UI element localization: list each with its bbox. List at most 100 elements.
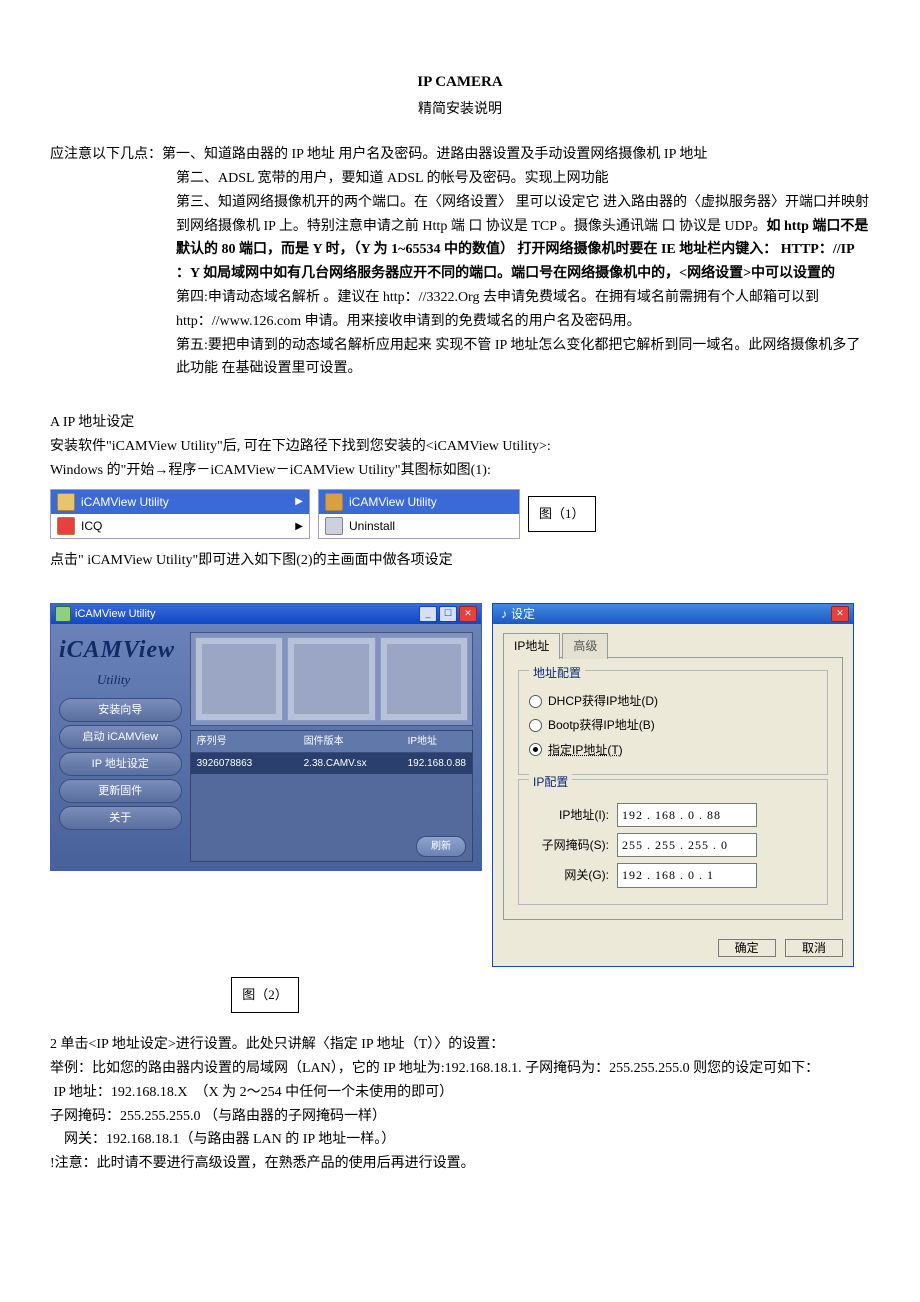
cancel-button[interactable]: 取消 (785, 939, 843, 957)
note4-text: 申请动态域名解析 。建议在 http：//3322.Org 去申请免费域名。在拥… (176, 290, 819, 329)
tab-advanced[interactable]: 高级 (562, 633, 608, 658)
figure-2-label: 图（2） (231, 977, 299, 1013)
figure-1: iCAMView Utility ▶ ICQ ▶ iCAMView Utilit… (50, 489, 870, 540)
ok-button[interactable]: 确定 (718, 939, 776, 957)
cell-ip: 192.168.0.88 (402, 753, 472, 774)
input-ip[interactable]: 192 . 168 . 0 . 88 (617, 803, 757, 827)
section-a-heading: A IP 地址设定 (50, 411, 870, 435)
note2-prefix: 第二、 (176, 171, 218, 186)
note1-prefix: 第一、 (162, 147, 204, 162)
sidebar-about-button[interactable]: 关于 (59, 806, 182, 830)
radio-icon (529, 695, 542, 708)
start-submenu: iCAMView Utility Uninstall (318, 489, 520, 540)
sidebar-ip-settings-button[interactable]: IP 地址设定 (59, 752, 182, 776)
title-main: IP CAMERA (50, 70, 870, 96)
radio-label: Bootp获得IP地址(B) (548, 715, 655, 735)
label-gateway: 网关(G): (529, 865, 617, 885)
logo: iCAMView Utility (59, 630, 175, 691)
body2-l3: IP 地址：192.168.18.X （X 为 2～254 中任何一个未使用的即… (50, 1081, 870, 1105)
section-a-line2: Windows 的"开始→程序－iCAMView－iCAMView Utilit… (50, 459, 870, 483)
input-gateway[interactable]: 192 . 168 . 0 . 1 (617, 863, 757, 887)
section-a-line1: 安装软件"iCAMView Utility"后, 可在下边路径下找到您安装的<i… (50, 435, 870, 459)
close-button[interactable]: ✕ (831, 606, 849, 622)
sidebar: 安装向导 启动 iCAMView IP 地址设定 更新固件 关于 (59, 698, 182, 862)
note1-text: 知道路由器的 IP 地址 用户名及密码。进路由器设置及手动设置网络摄像机 IP … (204, 147, 707, 162)
radio-bootp[interactable]: Bootp获得IP地址(B) (529, 715, 817, 735)
titlebar[interactable]: iCAMView Utility _ ☐ ✕ (51, 604, 481, 624)
body2-l6: !注意：此时请不要进行高级设置，在熟悉产品的使用后再进行设置。 (50, 1152, 870, 1176)
refresh-button[interactable]: 刷新 (416, 836, 466, 857)
radio-icon (529, 743, 542, 756)
device-list: 序列号 固件版本 IP地址 3926078863 2.38.CAMV.sx 19… (190, 730, 473, 862)
figure-1-label: 图（1） (528, 496, 596, 532)
label-ip: IP地址(I): (529, 805, 617, 825)
logo-subtext: Utility (97, 669, 175, 691)
input-mask[interactable]: 255 . 255 . 255 . 0 (617, 833, 757, 857)
sidebar-launch-button[interactable]: 启动 iCAMView (59, 725, 182, 749)
app-icon (325, 493, 343, 511)
body2-l1: 2 单击<IP 地址设定>进行设置。此处只讲解〈指定 IP 地址（T）〉的设置： (50, 1033, 870, 1057)
titlebar[interactable]: ♪ 设定 ✕ (493, 604, 853, 624)
thumbnail (195, 637, 283, 721)
minimize-button[interactable]: _ (419, 606, 437, 622)
chevron-right-icon: ▶ (295, 518, 303, 535)
thumbnail (380, 637, 468, 721)
window-title: iCAMView Utility (75, 605, 155, 624)
menu-item-icamview[interactable]: iCAMView Utility ▶ (51, 490, 309, 514)
cell-firmware: 2.38.CAMV.sx (298, 753, 402, 774)
note3-prefix: 第三、 (176, 195, 218, 210)
title-sub: 精简安装说明 (50, 98, 870, 122)
title-block: IP CAMERA 精简安装说明 (50, 70, 870, 121)
radio-label: DHCP获得IP地址(D) (548, 691, 658, 711)
group-legend: IP配置 (529, 772, 572, 792)
menu-item-label: iCAMView Utility (349, 492, 437, 512)
radio-label: 指定IP地址(T) (548, 740, 623, 760)
address-config-group: 地址配置 DHCP获得IP地址(D) Bootp获得IP地址(B) 指定IP地址… (518, 670, 828, 776)
note2-text: ADSL 宽带的用户，要知道 ADSL 的帐号及密码。实现上网功能 (218, 171, 609, 186)
table-row[interactable]: 3926078863 2.38.CAMV.sx 192.168.0.88 (191, 753, 472, 774)
settings-dialog: ♪ 设定 ✕ IP地址 高级 地址配置 DHCP获得IP地址(D) Bootp获… (492, 603, 854, 967)
body2-l5: 网关：192.168.18.1（与路由器 LAN 的 IP 地址一样。） (50, 1128, 870, 1152)
section-a: A IP 地址设定 安装软件"iCAMView Utility"后, 可在下边路… (50, 411, 870, 482)
start-menu-panel: iCAMView Utility ▶ ICQ ▶ (50, 489, 310, 540)
submenu-icamview-utility[interactable]: iCAMView Utility (319, 490, 519, 514)
notes-lead: 应注意以下几点： (50, 143, 162, 167)
ip-config-group: IP配置 IP地址(I):192 . 168 . 0 . 88 子网掩码(S):… (518, 779, 828, 905)
maximize-button[interactable]: ☐ (439, 606, 457, 622)
after-fig1-text: 点击" iCAMView Utility"即可进入如下图(2)的主画面中做各项设… (50, 549, 870, 573)
figure-2: iCAMView Utility _ ☐ ✕ iCAMView Utility … (50, 603, 870, 967)
tab-ip[interactable]: IP地址 (503, 633, 560, 658)
note5-text: 要把申请到的动态域名解析应用起来 实现不管 IP 地址怎么变化都把它解析到同一域… (176, 338, 860, 377)
sidebar-firmware-button[interactable]: 更新固件 (59, 779, 182, 803)
thumbnail (287, 637, 375, 721)
label-mask: 子网掩码(S): (529, 835, 617, 855)
tabs: IP地址 高级 (503, 632, 843, 657)
sidebar-wizard-button[interactable]: 安装向导 (59, 698, 182, 722)
col-serial[interactable]: 序列号 (191, 731, 298, 752)
logo-text: iCAMView (59, 630, 175, 671)
col-ip[interactable]: IP地址 (402, 731, 472, 752)
menu-item-label: Uninstall (349, 516, 395, 536)
menu-item-icq[interactable]: ICQ ▶ (51, 514, 309, 538)
note4-prefix: 第四: (176, 290, 208, 305)
menu-item-label: ICQ (81, 516, 102, 536)
menu-item-label: iCAMView Utility (81, 492, 169, 512)
col-firmware[interactable]: 固件版本 (298, 731, 402, 752)
icq-icon (57, 517, 75, 535)
radio-static[interactable]: 指定IP地址(T) (529, 740, 817, 760)
close-button[interactable]: ✕ (459, 606, 477, 622)
icamview-utility-window: iCAMView Utility _ ☐ ✕ iCAMView Utility … (50, 603, 482, 871)
body2: 2 单击<IP 地址设定>进行设置。此处只讲解〈指定 IP 地址（T）〉的设置：… (50, 1033, 870, 1176)
uninstall-icon (325, 517, 343, 535)
body2-l2: 举例：比如您的路由器内设置的局域网（LAN），它的 IP 地址为:192.168… (50, 1057, 870, 1081)
submenu-uninstall[interactable]: Uninstall (319, 514, 519, 538)
body2-l4: 子网掩码：255.255.255.0 （与路由器的子网掩码一样） (50, 1105, 870, 1129)
folder-icon (57, 493, 75, 511)
cell-serial: 3926078863 (191, 753, 298, 774)
note5-prefix: 第五: (176, 338, 208, 353)
group-legend: 地址配置 (529, 663, 585, 683)
notes-section: 应注意以下几点： 第一、知道路由器的 IP 地址 用户名及密码。进路由器设置及手… (50, 143, 870, 381)
window-title: 设定 (511, 604, 535, 624)
radio-dhcp[interactable]: DHCP获得IP地址(D) (529, 691, 817, 711)
radio-icon (529, 719, 542, 732)
